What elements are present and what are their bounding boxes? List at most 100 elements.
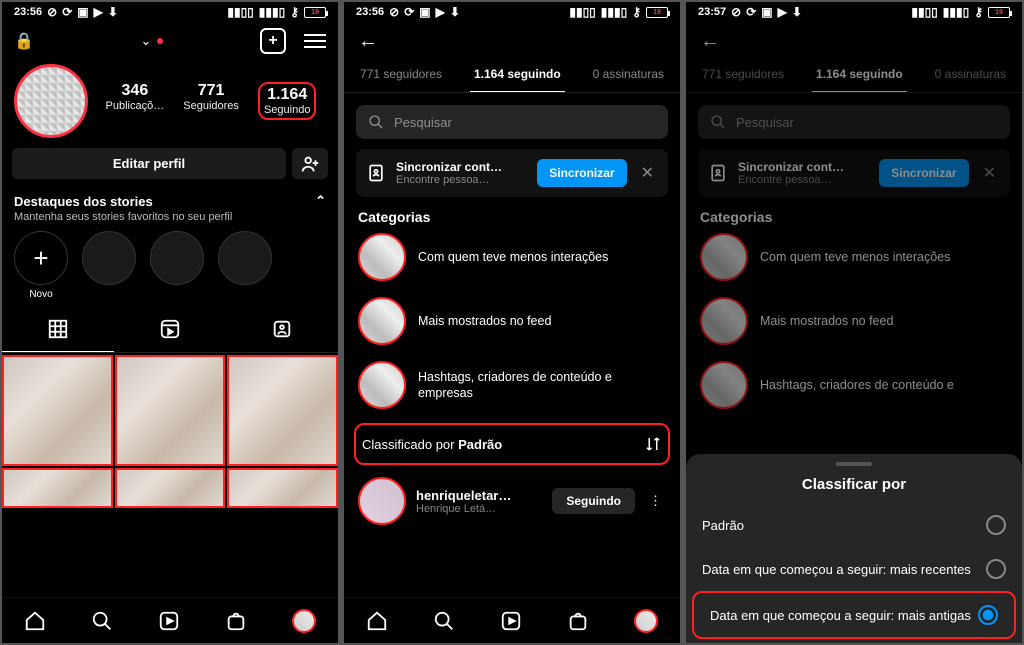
tab-subscriptions[interactable]: 0 assinaturas xyxy=(931,57,1010,92)
post-thumbnail[interactable] xyxy=(115,355,226,466)
sync-subtitle: Encontre pessoa… xyxy=(738,174,869,186)
user-username: henriqueletar… xyxy=(416,488,542,503)
tab-reels[interactable] xyxy=(114,310,226,352)
profile-avatar[interactable] xyxy=(14,64,88,138)
stat-followers[interactable]: 771 Seguidores xyxy=(183,82,239,120)
reels-nav-icon[interactable] xyxy=(158,610,180,632)
tab-followers[interactable]: 771 seguidores xyxy=(698,57,788,92)
tab-grid[interactable] xyxy=(2,310,114,352)
wifi-icon: ⚷ xyxy=(290,6,299,18)
alarm-off-icon: ⊘ xyxy=(389,6,399,18)
bottom-nav xyxy=(344,597,680,643)
sync-icon: ⟳ xyxy=(62,6,72,18)
clock: 23:56 xyxy=(14,6,42,18)
notification-dot xyxy=(157,38,163,44)
categories-heading: Categorias xyxy=(686,209,1022,225)
sort-bottom-sheet: Classificar por Padrão Data em que começ… xyxy=(686,454,1022,643)
highlight-placeholder xyxy=(82,231,136,285)
status-bar: 23:56 ⊘ ⟳ ▣ ▶ ⬇ ▮▮▯▯ ▮▮▮▯ ⚷ 19 xyxy=(344,2,680,20)
home-icon[interactable] xyxy=(366,610,388,632)
add-person-icon xyxy=(299,153,321,175)
sync-button[interactable]: Sincronizar xyxy=(537,159,626,187)
shop-icon[interactable] xyxy=(225,610,247,632)
shop-icon[interactable] xyxy=(567,610,589,632)
signal-2-icon: ▮▮▮▯ xyxy=(259,6,285,18)
sort-option-earliest[interactable]: Data em que começou a seguir: mais antig… xyxy=(692,591,1016,639)
profile-nav-avatar[interactable] xyxy=(292,609,316,633)
status-bar: 23:56 ⊘ ⟳ ▣ ▶ ⬇ ▮▮▯▯ ▮▮▮▯ ⚷ 19 xyxy=(2,2,338,20)
camera-icon: ▣ xyxy=(77,6,88,18)
search-icon xyxy=(368,114,384,130)
tab-tagged[interactable] xyxy=(226,310,338,352)
search-icon[interactable] xyxy=(91,610,113,632)
search-placeholder: Pesquisar xyxy=(736,115,794,130)
post-thumbnail[interactable] xyxy=(227,468,338,509)
post-thumbnail[interactable] xyxy=(2,355,113,466)
category-hashtags-creators[interactable]: Hashtags, criadores de conteúdo e empres… xyxy=(344,353,680,417)
sync-button[interactable]: Sincronizar xyxy=(879,159,968,187)
followers-following-tabs: 771 seguidores 1.164 seguindo 0 assinatu… xyxy=(686,57,1022,93)
screen-following-list: 23:56 ⊘ ⟳ ▣ ▶ ⬇ ▮▮▯▯ ▮▮▮▯ ⚷ 19 ← 771 seg… xyxy=(344,2,680,643)
following-button[interactable]: Seguindo xyxy=(552,488,635,514)
username-dropdown[interactable] xyxy=(131,33,135,49)
close-icon[interactable]: ✕ xyxy=(979,163,1000,183)
back-button[interactable]: ← xyxy=(686,20,1022,57)
category-avatar xyxy=(358,233,406,281)
close-icon[interactable]: ✕ xyxy=(637,163,658,183)
edit-profile-button[interactable]: Editar perfil xyxy=(12,148,286,179)
category-least-interacted[interactable]: Com quem teve menos interações xyxy=(686,225,1022,289)
more-icon[interactable]: ⋮ xyxy=(645,493,666,509)
category-most-shown[interactable]: Mais mostrados no feed xyxy=(344,289,680,353)
search-input[interactable]: Pesquisar xyxy=(356,105,668,139)
bottom-nav xyxy=(2,597,338,643)
category-avatar xyxy=(358,361,406,409)
menu-button[interactable] xyxy=(304,34,326,48)
home-icon[interactable] xyxy=(24,610,46,632)
category-most-shown[interactable]: Mais mostrados no feed xyxy=(686,289,1022,353)
reels-nav-icon[interactable] xyxy=(500,610,522,632)
post-thumbnail[interactable] xyxy=(115,468,226,509)
highlights-title: Destaques dos stories xyxy=(14,194,153,209)
signal-1-icon: ▮▮▯▯ xyxy=(569,6,595,18)
stat-posts[interactable]: 346 Publicaçõ… xyxy=(106,82,165,120)
sort-option-latest[interactable]: Data em que começou a seguir: mais recen… xyxy=(686,547,1022,591)
create-button[interactable]: + xyxy=(260,28,286,54)
tab-followers[interactable]: 771 seguidores xyxy=(356,57,446,92)
sync-subtitle: Encontre pessoa… xyxy=(396,174,527,186)
following-user-row[interactable]: henriqueletar… Henrique Letá… Seguindo ⋮ xyxy=(344,471,680,531)
back-button[interactable]: ← xyxy=(344,20,680,57)
post-thumbnail[interactable] xyxy=(2,468,113,509)
contacts-icon xyxy=(708,163,728,183)
sort-option-default[interactable]: Padrão xyxy=(686,503,1022,547)
post-thumbnail[interactable] xyxy=(227,355,338,466)
sync-title: Sincronizar cont… xyxy=(738,160,869,174)
status-bar: 23:57 ⊘ ⟳ ▣ ▶ ⬇ ▮▮▯▯ ▮▮▮▯ ⚷ 19 xyxy=(686,2,1022,20)
sort-by-row[interactable]: Classificado por Padrão xyxy=(354,423,670,465)
category-least-interacted[interactable]: Com quem teve menos interações xyxy=(344,225,680,289)
battery-icon: 19 xyxy=(988,7,1010,18)
profile-nav-avatar[interactable] xyxy=(634,609,658,633)
lock-icon: 🔒 xyxy=(14,31,34,51)
chevron-down-icon[interactable]: ⌄ xyxy=(140,33,151,49)
search-icon[interactable] xyxy=(433,610,455,632)
sheet-handle[interactable] xyxy=(836,462,872,466)
tab-subscriptions[interactable]: 0 assinaturas xyxy=(589,57,668,92)
search-input[interactable]: Pesquisar xyxy=(698,105,1010,139)
chevron-up-icon[interactable]: ⌃ xyxy=(315,193,326,209)
signal-2-icon: ▮▮▮▯ xyxy=(601,6,627,18)
tab-following[interactable]: 1.164 seguindo xyxy=(812,57,907,92)
signal-1-icon: ▮▮▯▯ xyxy=(911,6,937,18)
tab-following[interactable]: 1.164 seguindo xyxy=(470,57,565,92)
youtube-icon: ▶ xyxy=(778,6,787,18)
discover-people-button[interactable] xyxy=(292,148,328,179)
alarm-off-icon: ⊘ xyxy=(47,6,57,18)
radio-icon-selected xyxy=(978,605,998,625)
user-fullname: Henrique Letá… xyxy=(416,503,542,515)
search-icon xyxy=(710,114,726,130)
sync-title: Sincronizar cont… xyxy=(396,160,527,174)
profile-header: 🔒 ⌄ + xyxy=(2,20,338,58)
category-hashtags-creators[interactable]: Hashtags, criadores de conteúdo e xyxy=(686,353,1022,417)
download-icon: ⬇ xyxy=(450,6,460,18)
highlight-new[interactable]: + Novo xyxy=(14,231,68,300)
stat-following[interactable]: 1.164 Seguindo xyxy=(258,82,317,120)
